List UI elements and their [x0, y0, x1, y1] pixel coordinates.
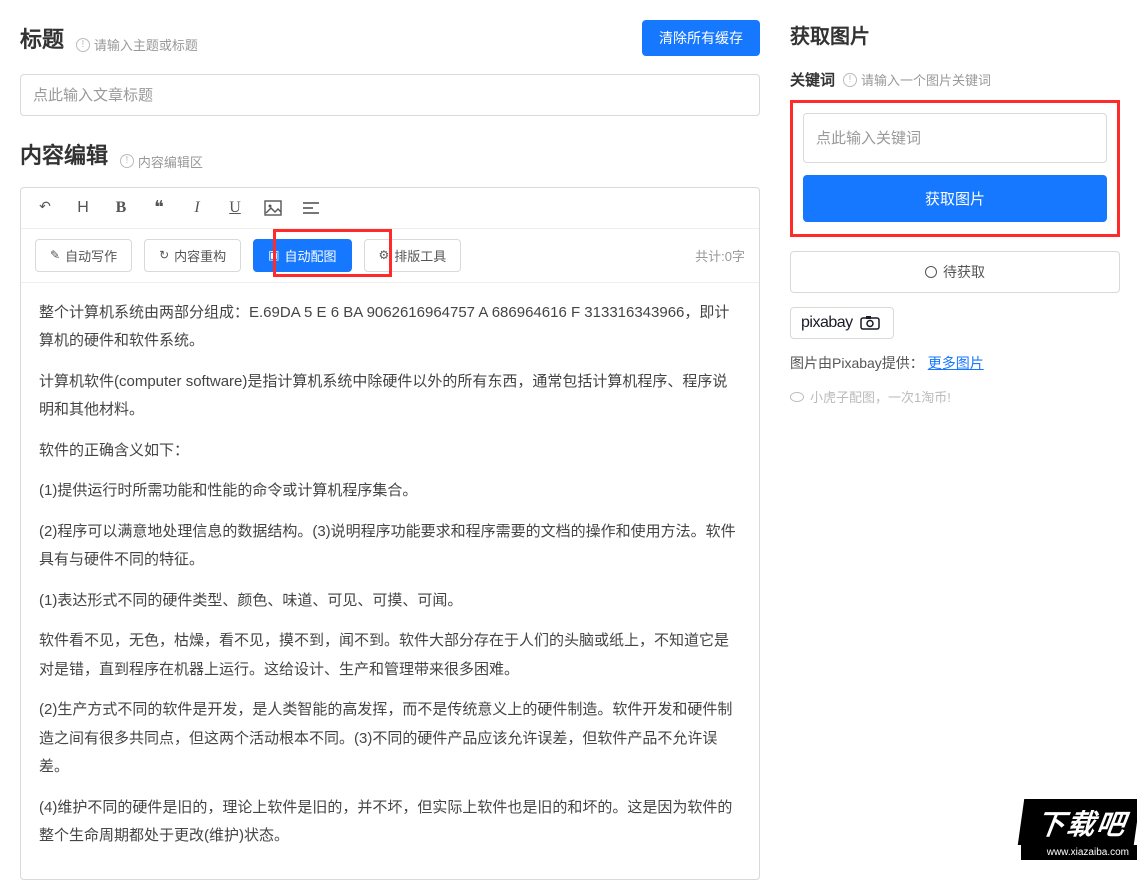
pending-label: 待获取 [943, 262, 985, 282]
title-heading-wrap: 标题 ! 请输入主题或标题 [20, 22, 198, 55]
info-icon: ! [120, 154, 134, 168]
content-paragraph: (2)程序可以满意地处理信息的数据结构。(3)说明程序功能要求和程序需要的文档的… [39, 518, 741, 575]
fetch-image-button[interactable]: 获取图片 [803, 175, 1107, 222]
sidebar: 获取图片 关键词 ! 请输入一个图片关键词 获取图片 待获取 pixabay 图… [790, 20, 1120, 880]
bold-icon[interactable]: B [111, 198, 131, 218]
info-icon: ! [76, 38, 90, 52]
auto-image-button[interactable]: ▣ 自动配图 [253, 239, 351, 272]
title-hint-text: 请输入主题或标题 [94, 35, 198, 54]
heading-icon[interactable]: H [73, 198, 93, 218]
content-hint: ! 内容编辑区 [120, 152, 203, 171]
keyword-label-row: 关键词 ! 请输入一个图片关键词 [790, 69, 1120, 90]
undo-icon[interactable]: ↶ [35, 198, 55, 218]
auto-write-button[interactable]: ✎ 自动写作 [35, 239, 132, 272]
content-paragraph: 计算机软件(computer software)是指计算机系统中除硬件以外的所有… [39, 368, 741, 425]
auto-write-label: 自动写作 [65, 246, 117, 265]
info-icon: ! [843, 73, 857, 87]
provided-row: 图片由Pixabay提供： 更多图片 [790, 353, 1120, 373]
tip-text: 小虎子配图，一次1淘币! [810, 387, 951, 406]
content-paragraph: 软件的正确含义如下： [39, 437, 741, 466]
image-icon[interactable] [263, 198, 283, 218]
circle-icon [925, 266, 937, 278]
keyword-highlight-box: 获取图片 [790, 100, 1120, 237]
content-heading-wrap: 内容编辑 ! 内容编辑区 [20, 138, 760, 171]
title-heading: 标题 [20, 27, 64, 52]
refresh-icon: ↻ [159, 248, 169, 262]
restructure-label: 内容重构 [174, 246, 226, 265]
restructure-button[interactable]: ↻ 内容重构 [144, 239, 241, 272]
article-title-input[interactable] [20, 74, 760, 116]
camera-icon [859, 315, 883, 331]
italic-icon[interactable]: I [187, 198, 207, 218]
coin-icon [790, 392, 804, 402]
keyword-hint: ! 请输入一个图片关键词 [843, 70, 991, 89]
align-icon[interactable] [301, 198, 321, 218]
content-heading: 内容编辑 [20, 143, 108, 168]
underline-icon[interactable]: U [225, 198, 245, 218]
more-images-link[interactable]: 更多图片 [928, 355, 984, 371]
tip-row: 小虎子配图，一次1淘币! [790, 387, 1120, 406]
editor-body[interactable]: 整个计算机系统由两部分组成：E.69DA 5 E 6 BA 9062616964… [21, 283, 759, 879]
quote-icon[interactable]: ❝ [149, 198, 169, 218]
main-column: 标题 ! 请输入主题或标题 清除所有缓存 内容编辑 ! 内容编辑区 ↶ [20, 20, 760, 880]
pixabay-logo-text: pixabay [801, 314, 853, 332]
content-paragraph: (1)表达形式不同的硬件类型、颜色、味道、可见、可摸、可闻。 [39, 587, 741, 616]
layout-tool-button[interactable]: ⚙ 排版工具 [364, 239, 462, 272]
keyword-input[interactable] [803, 113, 1107, 163]
content-hint-text: 内容编辑区 [138, 152, 203, 171]
gear-icon: ⚙ [379, 248, 390, 262]
pending-button[interactable]: 待获取 [790, 251, 1120, 293]
content-paragraph: 整个计算机系统由两部分组成：E.69DA 5 E 6 BA 9062616964… [39, 299, 741, 356]
sidebar-title: 获取图片 [790, 20, 1120, 49]
picture-icon: ▣ [268, 248, 279, 262]
pencil-icon: ✎ [50, 248, 60, 262]
keyword-label: 关键词 [790, 69, 835, 90]
title-header: 标题 ! 请输入主题或标题 清除所有缓存 [20, 20, 760, 56]
content-paragraph: (1)提供运行时所需功能和性能的命令或计算机程序集合。 [39, 477, 741, 506]
layout-tool-label: 排版工具 [394, 246, 446, 265]
clear-cache-button[interactable]: 清除所有缓存 [642, 20, 760, 56]
content-paragraph: 软件看不见，无色，枯燥，看不见，摸不到，闻不到。软件大部分存在于人们的头脑或纸上… [39, 627, 741, 684]
keyword-hint-text: 请输入一个图片关键词 [861, 70, 991, 89]
title-hint: ! 请输入主题或标题 [76, 35, 198, 54]
pixabay-badge[interactable]: pixabay [790, 307, 894, 339]
action-toolbar: ✎ 自动写作 ↻ 内容重构 ▣ 自动配图 ⚙ 排版工具 [21, 229, 759, 283]
content-paragraph: (4)维护不同的硬件是旧的，理论上软件是旧的，并不坏，但实际上软件也是旧的和坏的… [39, 794, 741, 851]
provided-prefix: 图片由Pixabay提供： [790, 355, 924, 371]
auto-image-label: 自动配图 [285, 246, 337, 265]
editor: ↶ H B ❝ I U ✎ 自动写作 [20, 187, 760, 880]
word-count: 共计:0字 [695, 246, 745, 265]
content-section: 内容编辑 ! 内容编辑区 ↶ H B ❝ I U [20, 138, 760, 880]
content-paragraph: (2)生产方式不同的软件是开发，是人类智能的高发挥，而不是传统意义上的硬件制造。… [39, 696, 741, 782]
format-toolbar: ↶ H B ❝ I U [21, 188, 759, 229]
